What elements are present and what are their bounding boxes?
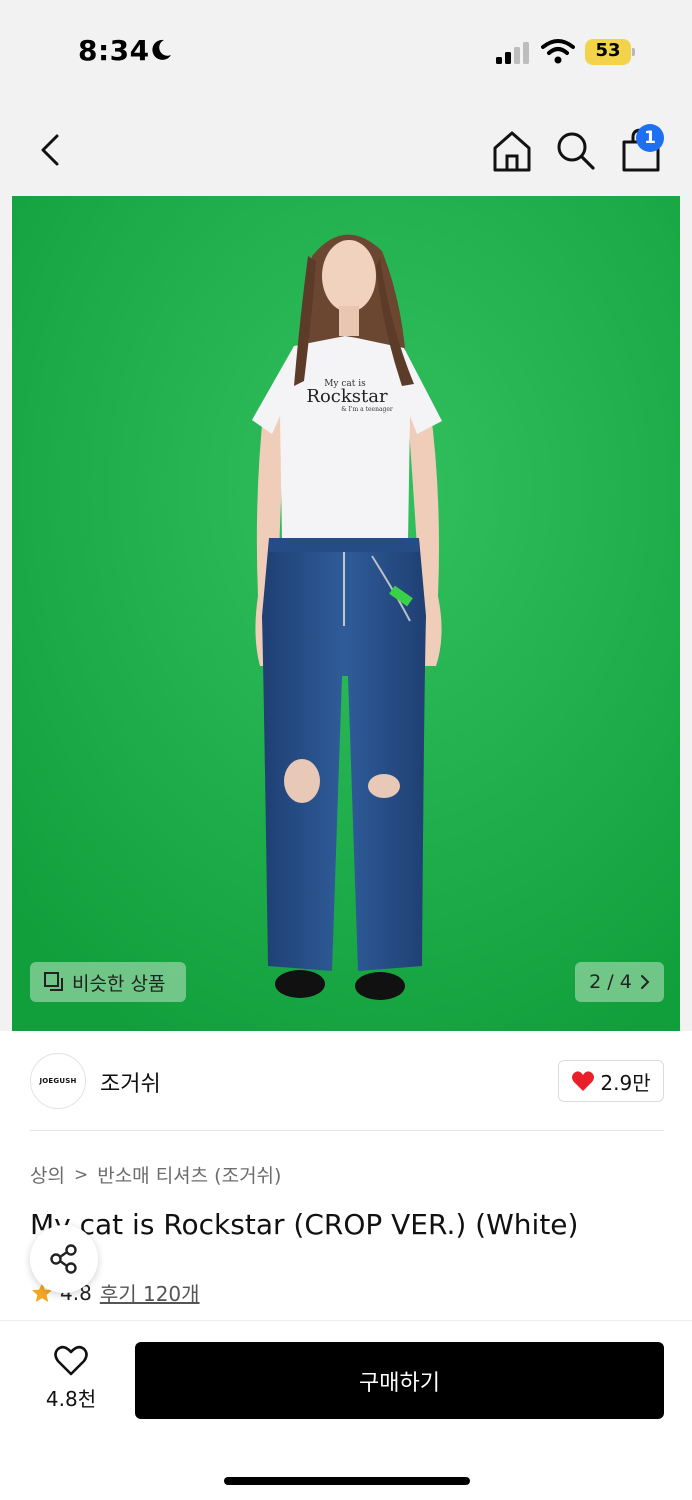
similar-items-button[interactable]: 비슷한 상품: [30, 962, 186, 1002]
battery-indicator: 53: [585, 39, 635, 65]
pager-text: 2 / 4: [589, 971, 632, 993]
home-icon[interactable]: [490, 128, 534, 174]
share-icon: [50, 1244, 77, 1274]
breadcrumb-category[interactable]: 상의: [30, 1161, 65, 1188]
similar-items-icon: [44, 972, 63, 991]
status-bar: 8:34 53: [0, 0, 692, 104]
cellular-signal-icon: [496, 42, 529, 64]
wifi-icon: [541, 39, 575, 64]
category-breadcrumb: 상의 > 반소매 티셔츠 (조거쉬): [30, 1161, 281, 1188]
product-image-carousel[interactable]: My cat is Rockstar & I'm a teenager: [0, 196, 692, 1031]
shirt-print-line2: Rockstar: [306, 386, 388, 407]
product-title: My cat is Rockstar (CROP VER.) (White): [30, 1208, 579, 1241]
home-indicator[interactable]: [224, 1477, 470, 1485]
heart-filled-icon: [572, 1071, 595, 1091]
brand-logo[interactable]: JOEGUSH: [30, 1053, 86, 1109]
section-divider: [30, 1130, 664, 1131]
brand-like-button[interactable]: 2.9만: [558, 1060, 664, 1102]
chevron-right-icon: [640, 975, 650, 989]
heart-outline-icon: [54, 1345, 88, 1376]
shirt-print-line3: & I'm a teenager: [341, 406, 393, 413]
wishlist-count: 4.8천: [45, 1387, 97, 1411]
breadcrumb-subcategory[interactable]: 반소매 티셔츠 (조거쉬): [97, 1161, 281, 1188]
status-time: 8:34: [78, 34, 150, 67]
brand-like-count: 2.9만: [600, 1070, 651, 1095]
back-arrow-icon[interactable]: [30, 128, 70, 172]
buy-button[interactable]: 구매하기: [135, 1342, 664, 1419]
chevron-right-icon: >: [73, 1164, 89, 1185]
battery-level: 53: [595, 40, 621, 61]
brand-logo-text: JOEGUSH: [39, 1077, 77, 1085]
cart-count-badge: 1: [636, 124, 664, 152]
wishlist-button[interactable]: 4.8천: [40, 1345, 102, 1415]
image-pager[interactable]: 2 / 4: [575, 962, 664, 1002]
model-photo-illustration: My cat is Rockstar & I'm a teenager: [12, 196, 680, 1031]
brand-name[interactable]: 조거쉬: [100, 1066, 161, 1098]
top-nav-bar: [0, 104, 692, 196]
moon-icon: [152, 39, 171, 60]
search-icon[interactable]: [553, 128, 597, 172]
product-photo[interactable]: My cat is Rockstar & I'm a teenager: [12, 196, 680, 1031]
similar-items-label: 비슷한 상품: [72, 972, 166, 995]
reviews-link[interactable]: 후기 120개: [100, 1278, 200, 1307]
product-detail-screen: 8:34 53 1 My cat is Rockstar & I'm a tee…: [0, 0, 692, 1500]
share-button[interactable]: [30, 1225, 98, 1293]
